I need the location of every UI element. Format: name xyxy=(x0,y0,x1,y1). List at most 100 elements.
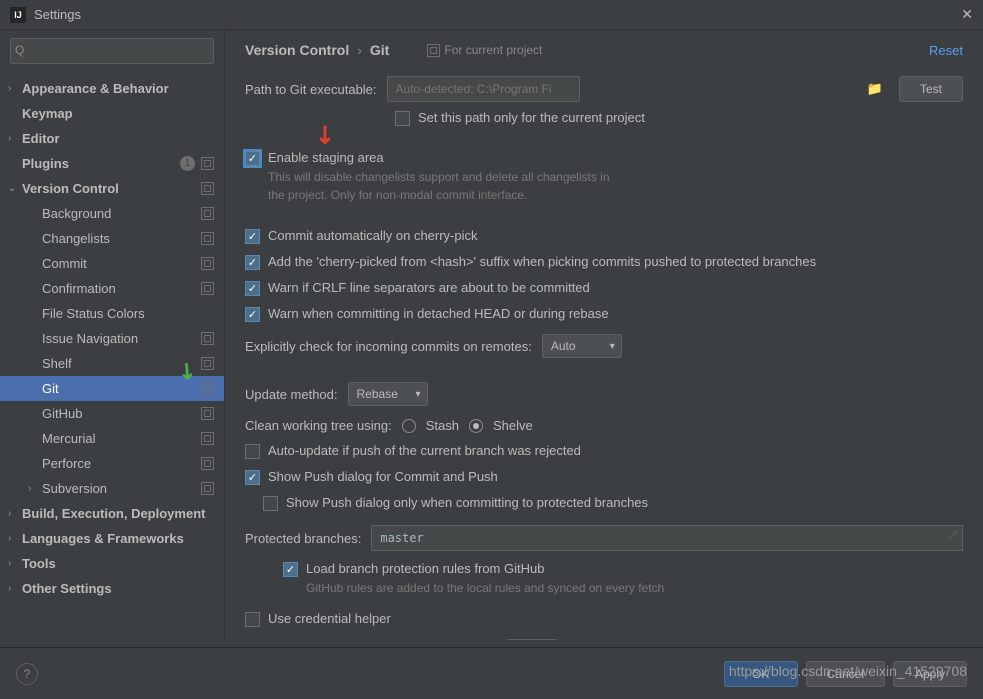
sidebar-item-other-settings[interactable]: ›Other Settings xyxy=(0,576,224,601)
set-path-proj-label: Set this path only for the current proje… xyxy=(418,110,645,125)
cred-helper-label: Use credential helper xyxy=(268,611,391,626)
chevron-right-icon: › xyxy=(357,42,362,58)
sidebar-item-label: Tools xyxy=(22,556,214,571)
project-icon xyxy=(201,407,214,420)
show-push-checkbox[interactable] xyxy=(245,470,260,485)
project-icon xyxy=(201,357,214,370)
project-icon xyxy=(201,257,214,270)
project-icon xyxy=(201,282,214,295)
sidebar-item-version-control[interactable]: ⌄Version Control xyxy=(0,176,224,201)
enable-staging-checkbox[interactable] xyxy=(245,151,260,166)
sidebar-item-file-status-colors[interactable]: File Status Colors xyxy=(0,301,224,326)
reset-link[interactable]: Reset xyxy=(929,43,963,58)
cred-helper-checkbox[interactable] xyxy=(245,612,260,627)
sidebar-item-label: Appearance & Behavior xyxy=(22,81,214,96)
sidebar-item-label: Confirmation xyxy=(42,281,201,296)
sidebar-item-perforce[interactable]: Perforce xyxy=(0,451,224,476)
badge: 1 xyxy=(180,156,195,171)
sidebar-item-changelists[interactable]: Changelists xyxy=(0,226,224,251)
sidebar-item-shelf[interactable]: Shelf xyxy=(0,351,224,376)
github-hint: GitHub rules are added to the local rule… xyxy=(306,579,664,597)
explicit-check-label: Explicitly check for incoming commits on… xyxy=(245,339,532,354)
auto-cherry-label: Commit automatically on cherry-pick xyxy=(268,228,478,243)
sidebar-item-keymap[interactable]: Keymap xyxy=(0,101,224,126)
test-button[interactable]: Test xyxy=(899,76,963,102)
breadcrumb: Version Control › Git For current projec… xyxy=(245,42,963,58)
project-icon xyxy=(201,482,214,495)
apply-button[interactable]: Apply xyxy=(893,661,967,687)
warn-crlf-label: Warn if CRLF line separators are about t… xyxy=(268,280,590,295)
project-icon xyxy=(201,182,214,195)
load-github-checkbox[interactable] xyxy=(283,562,298,577)
sidebar-item-label: Languages & Frameworks xyxy=(22,531,214,546)
show-push-protected-checkbox[interactable] xyxy=(263,496,278,511)
stash-radio[interactable] xyxy=(402,419,416,433)
add-suffix-checkbox[interactable] xyxy=(245,255,260,270)
breadcrumb-a: Version Control xyxy=(245,42,349,58)
sidebar-item-label: Mercurial xyxy=(42,431,201,446)
window-title: Settings xyxy=(34,7,81,22)
sidebar-item-commit[interactable]: Commit xyxy=(0,251,224,276)
expand-icon[interactable]: ⤢ xyxy=(949,530,957,541)
project-icon xyxy=(201,457,214,470)
sidebar-item-label: Build, Execution, Deployment xyxy=(22,506,214,521)
warn-crlf-checkbox[interactable] xyxy=(245,281,260,296)
chevron-icon: › xyxy=(8,133,22,144)
filter-paths-select[interactable]: All xyxy=(507,639,557,640)
sidebar-item-confirmation[interactable]: Confirmation xyxy=(0,276,224,301)
protected-branches-label: Protected branches: xyxy=(245,531,361,546)
settings-tree: ›Appearance & BehaviorKeymap›EditorPlugi… xyxy=(0,72,224,640)
titlebar: IJ Settings ✕ xyxy=(0,0,983,30)
chevron-icon: › xyxy=(8,583,22,594)
app-icon: IJ xyxy=(10,7,26,23)
add-suffix-label: Add the 'cherry-picked from <hash>' suff… xyxy=(268,254,816,269)
sidebar-item-build-execution-deployment[interactable]: ›Build, Execution, Deployment xyxy=(0,501,224,526)
chevron-icon: › xyxy=(8,558,22,569)
sidebar-item-plugins[interactable]: Plugins1 xyxy=(0,151,224,176)
update-method-label: Update method: xyxy=(245,387,338,402)
warn-detached-checkbox[interactable] xyxy=(245,307,260,322)
stash-label: Stash xyxy=(426,418,459,433)
sidebar-item-github[interactable]: GitHub xyxy=(0,401,224,426)
explicit-check-select[interactable]: Auto xyxy=(542,334,622,358)
chevron-icon: › xyxy=(28,483,42,494)
auto-cherry-checkbox[interactable] xyxy=(245,229,260,244)
sidebar-item-tools[interactable]: ›Tools xyxy=(0,551,224,576)
cancel-button[interactable]: Cancel xyxy=(806,661,885,687)
sidebar-item-appearance-behavior[interactable]: ›Appearance & Behavior xyxy=(0,76,224,101)
set-path-proj-checkbox[interactable] xyxy=(395,111,410,126)
sidebar-item-label: Issue Navigation xyxy=(42,331,201,346)
update-method-select[interactable]: Rebase xyxy=(348,382,428,406)
sidebar-item-subversion[interactable]: ›Subversion xyxy=(0,476,224,501)
sidebar-item-mercurial[interactable]: Mercurial xyxy=(0,426,224,451)
sidebar-item-label: Editor xyxy=(22,131,214,146)
chevron-icon: › xyxy=(8,533,22,544)
sidebar-item-issue-navigation[interactable]: Issue Navigation xyxy=(0,326,224,351)
sidebar-item-label: Keymap xyxy=(22,106,214,121)
help-button[interactable]: ? xyxy=(16,663,38,685)
sidebar-item-label: Changelists xyxy=(42,231,201,246)
close-icon[interactable]: ✕ xyxy=(961,6,973,23)
sidebar-item-editor[interactable]: ›Editor xyxy=(0,126,224,151)
sidebar-item-label: Background xyxy=(42,206,201,221)
sidebar-item-languages-frameworks[interactable]: ›Languages & Frameworks xyxy=(0,526,224,551)
sidebar-item-label: Commit xyxy=(42,256,201,271)
project-icon xyxy=(201,232,214,245)
sidebar-item-git[interactable]: Git xyxy=(0,376,224,401)
sidebar-item-background[interactable]: Background xyxy=(0,201,224,226)
show-push-label: Show Push dialog for Commit and Push xyxy=(268,469,498,484)
ok-button[interactable]: OK xyxy=(724,661,798,687)
search-icon: Q xyxy=(15,43,24,57)
project-icon xyxy=(201,157,214,170)
content-panel: Version Control › Git For current projec… xyxy=(225,30,983,640)
sidebar-item-label: Perforce xyxy=(42,456,201,471)
sidebar-item-label: Subversion xyxy=(42,481,201,496)
folder-icon[interactable]: 📁 xyxy=(867,81,883,97)
auto-update-push-checkbox[interactable] xyxy=(245,444,260,459)
search-input[interactable] xyxy=(10,38,214,64)
git-path-input[interactable] xyxy=(387,76,580,102)
protected-branches-input[interactable] xyxy=(371,525,963,551)
enable-staging-label: Enable staging area xyxy=(268,150,384,165)
shelve-radio[interactable] xyxy=(469,419,483,433)
project-icon xyxy=(201,432,214,445)
